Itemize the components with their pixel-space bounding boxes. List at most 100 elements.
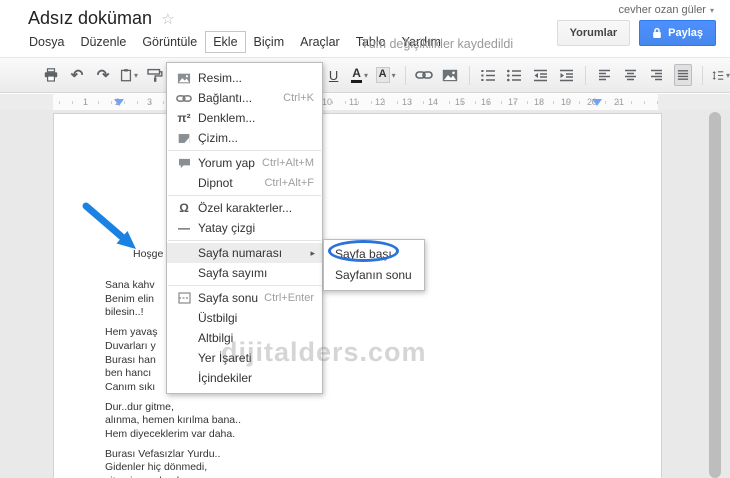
doc-line: Gidenler hiç dönmedi, [105,461,208,474]
increase-indent-button[interactable] [557,64,575,86]
print-icon [44,68,58,82]
paint-format-button[interactable] [146,64,164,86]
menu-item-resim[interactable]: Resim... [167,68,322,88]
account-menu[interactable]: cevher ozan güler ▾ [619,4,714,16]
right-margin-marker[interactable] [592,99,602,106]
underline-button[interactable]: U [325,64,343,86]
paint-roller-icon [147,68,163,82]
menu-duzenle[interactable]: Düzenle [72,31,134,53]
menu-item-icindekiler[interactable]: İçindekiler [167,368,322,388]
menu-item-label: Sayfa sonu [198,291,259,305]
menu-item-label: Üstbilgi [198,311,238,325]
menu-separator [168,240,321,241]
align-left-button[interactable] [596,64,614,86]
menu-item-dipnot[interactable]: Dipnot Ctrl+Alt+F [167,173,322,193]
comment-icon [175,153,193,173]
menu-shortcut: Ctrl+K [283,92,314,104]
toolbar: ↶ ↷ ▾ Norm B I U A ▾ A ▾ [0,57,730,93]
menu-item-cizim[interactable]: Çizim... [167,128,322,148]
vertical-scrollbar[interactable] [709,112,721,478]
menu-item-denklem[interactable]: π² Denklem... [167,108,322,128]
comments-button[interactable]: Yorumlar [556,20,631,46]
share-button[interactable]: Paylaş [639,20,716,46]
link-icon [415,71,433,79]
menu-item-label: Denklem... [198,111,256,125]
menu-separator [168,285,321,286]
print-button[interactable] [42,64,60,86]
chevron-down-icon: ▾ [725,70,730,80]
align-right-button[interactable] [648,64,666,86]
align-center-button[interactable] [622,64,640,86]
doc-line: Burası Vefasızlar Yurdu.. [105,447,221,460]
link-icon [175,88,193,108]
menu-item-label: Bağlantı... [198,91,253,105]
submenu-arrow-icon: ▸ [310,248,315,258]
menu-shortcut: Ctrl+Alt+F [264,177,314,189]
align-left-icon [599,69,611,81]
menu-item-sayfa-sayimi[interactable]: Sayfa sayımı [167,263,322,283]
ruler-mark: 16 [481,97,492,107]
menu-item-ozel-karakterler[interactable]: Ω Özel karakterler... [167,198,322,218]
redo-icon: ↷ [96,66,110,84]
ruler-mark: 12 [375,97,386,107]
ruler-mark: 18 [534,97,545,107]
ruler-mark: 19 [561,97,572,107]
ruler-mark: 3 [147,97,153,107]
ruler-mark: 11 [349,97,359,107]
highlight-color-button[interactable]: A ▾ [375,64,396,86]
redo-button[interactable]: ↷ [94,64,112,86]
align-justify-icon [677,70,688,80]
menu-item-label: Sayfa numarası [198,246,283,260]
menu-item-label: Yatay çizgi [198,221,256,235]
equation-icon: π² [177,111,191,125]
line-spacing-button[interactable]: ▾ [712,64,730,86]
paste-format-button[interactable]: ▾ [120,64,138,86]
undo-button[interactable]: ↶ [68,64,86,86]
menu-shortcut: Ctrl+Enter [264,292,314,304]
align-center-icon [625,69,637,81]
horizontal-line-icon: — [178,221,190,235]
bullet-list-button[interactable] [505,64,523,86]
numbered-list-icon [481,69,496,81]
menu-item-label: Sayfa sayımı [198,266,268,280]
share-button-label: Paylaş [668,27,703,39]
insert-image-button[interactable] [441,64,459,86]
ruler-mark: 17 [508,97,519,107]
menu-araclar[interactable]: Araçlar [292,31,348,53]
menu-item-label: Özel karakterler... [198,201,293,215]
highlight-ellipse-annotation [328,240,399,262]
saved-status: Tüm değişiklikler kaydedildi [361,37,514,51]
menu-item-ustbilgi[interactable]: Üstbilgi [167,308,322,328]
menu-item-sayfa-numarasi[interactable]: Sayfa numarası ▸ [167,243,322,263]
indent-marker[interactable] [114,99,124,106]
numbered-list-button[interactable] [479,64,497,86]
menu-item-yatay-cizgi[interactable]: — Yatay çizgi [167,218,322,238]
text-color-button[interactable]: A ▾ [351,64,369,86]
menu-goruntule[interactable]: Görüntüle [134,31,205,53]
document-title[interactable]: Adsız doküman [28,8,152,29]
ruler-mark: 1 [83,97,89,107]
menu-ekle[interactable]: Ekle [205,31,246,53]
watermark-text: dijitalders.com [221,337,427,367]
page-break-icon [175,288,193,308]
submenu-item-sayfanin-sonu[interactable]: Sayfanın sonu [324,265,424,286]
chevron-down-icon: ▾ [363,70,368,80]
menu-item-label: İçindekiler [198,371,253,385]
google-docs-window: Adsız doküman ☆ cevher ozan güler ▾ Yoru… [0,0,730,478]
menu-item-sayfa-sonu[interactable]: Sayfa sonu Ctrl+Enter [167,288,322,308]
menu-item-baglanti[interactable]: Bağlantı... Ctrl+K [167,88,322,108]
menu-bicim[interactable]: Biçim [246,31,293,53]
insert-link-button[interactable] [415,64,433,86]
menu-item-label: Çizim... [198,131,238,145]
align-justify-button[interactable] [673,64,692,86]
line-spacing-icon [712,70,724,80]
star-icon[interactable]: ☆ [161,10,174,28]
menu-item-label: Yorum yap [198,156,255,170]
menu-dosya[interactable]: Dosya [21,31,72,53]
image-icon [442,69,458,81]
menu-item-yorum-yap[interactable]: Yorum yap Ctrl+Alt+M [167,153,322,173]
lock-icon [653,27,661,38]
increase-indent-icon [559,69,573,81]
menu-separator [168,195,321,196]
decrease-indent-button[interactable] [531,64,549,86]
